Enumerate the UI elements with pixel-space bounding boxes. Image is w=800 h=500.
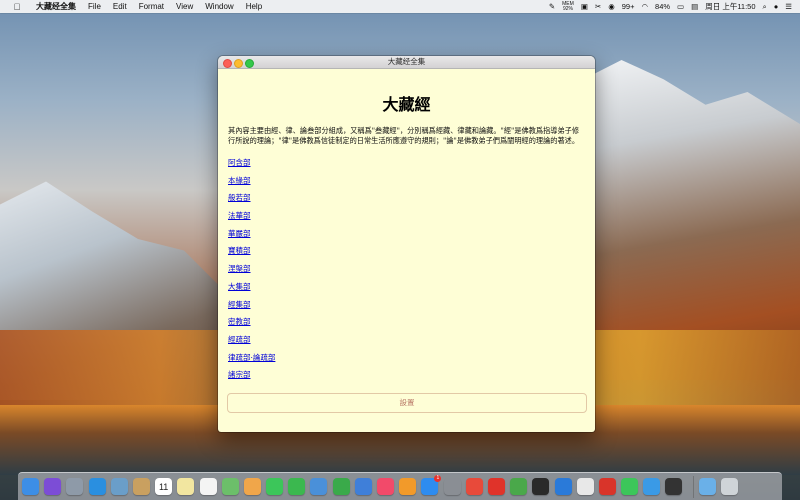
menu-bar:  大藏经全集 File Edit Format View Window Hel…: [0, 0, 800, 13]
memory-monitor[interactable]: MEM 92%: [562, 1, 574, 12]
maps-icon[interactable]: [221, 478, 239, 495]
menu-format[interactable]: Format: [139, 2, 164, 11]
messages-icon[interactable]: [266, 478, 284, 495]
avatar[interactable]: ●: [774, 2, 779, 11]
section-link-huayan[interactable]: 華嚴部: [228, 225, 585, 243]
preview-icon[interactable]: [110, 478, 128, 495]
trash-icon[interactable]: [720, 478, 738, 495]
app-menu[interactable]: 大藏经全集: [36, 1, 76, 12]
minimize-button[interactable]: [234, 59, 243, 68]
terminal-icon[interactable]: [532, 478, 550, 495]
dark-app-icon[interactable]: [665, 478, 683, 495]
section-link-fahua[interactable]: 法華部: [228, 207, 585, 225]
section-link-mijiao[interactable]: 密教部: [228, 313, 585, 331]
section-link-ahan[interactable]: 阿含部: [228, 154, 585, 172]
finder-alt-icon[interactable]: [643, 478, 661, 495]
menu-edit[interactable]: Edit: [113, 2, 127, 11]
zoom-button[interactable]: [245, 59, 254, 68]
reminders-icon[interactable]: [199, 478, 217, 495]
section-link-bore[interactable]: 般若部: [228, 189, 585, 207]
netease-music-icon[interactable]: [598, 478, 616, 495]
qq-badge[interactable]: 99+: [622, 2, 635, 11]
section-link-lvshu-lunshu[interactable]: 律疏部·論疏部: [228, 349, 585, 367]
menu-window[interactable]: Window: [205, 2, 233, 11]
red-app-icon[interactable]: [487, 478, 505, 495]
wechat-icon[interactable]: [621, 478, 639, 495]
green-app-icon[interactable]: [510, 478, 528, 495]
tray-app-icon[interactable]: ▣: [581, 2, 588, 11]
chrome-icon[interactable]: [465, 478, 483, 495]
scissors-icon[interactable]: ✂: [595, 2, 601, 11]
notes-app-icon[interactable]: [132, 478, 150, 495]
app-store-badge: 1: [434, 475, 442, 482]
finder-icon[interactable]: [22, 478, 39, 495]
section-link-zhuzong[interactable]: 諸宗部: [228, 366, 585, 384]
wifi-icon[interactable]: ◠: [641, 2, 648, 11]
pen-icon[interactable]: ✎: [549, 2, 555, 11]
input-method-icon[interactable]: ▤: [691, 2, 698, 11]
settings-button[interactable]: 設置: [227, 393, 587, 413]
dock: 11 1: [18, 472, 782, 500]
section-link-daji[interactable]: 大集部: [228, 278, 585, 296]
launchpad-icon[interactable]: [66, 478, 84, 495]
keynote-preview-icon[interactable]: [310, 478, 328, 495]
intro-paragraph: 其內容主要由經、律、論叁部分組成，又稱爲"叁藏經"，分別稱爲經藏、律藏和論藏。"…: [228, 126, 580, 145]
menu-help[interactable]: Help: [246, 2, 262, 11]
battery-percent[interactable]: 84%: [655, 2, 670, 11]
section-link-baoji[interactable]: 寶積部: [228, 242, 585, 260]
window-title: 大藏经全集: [387, 57, 426, 66]
calendar-icon[interactable]: 11: [155, 478, 173, 495]
app-window: 大藏经全集 大藏經 其內容主要由經、律、論叁部分組成，又稱爲"叁藏經"，分別稱爲…: [218, 56, 595, 432]
title-bar[interactable]: 大藏经全集: [218, 56, 595, 69]
page-title: 大藏經: [382, 95, 431, 114]
apple-icon[interactable]: : [12, 2, 22, 12]
clock[interactable]: 周日 上午11:50: [705, 1, 755, 12]
document-content: 大藏經 其內容主要由經、律、論叁部分組成，又稱爲"叁藏經"，分別稱爲經藏、律藏和…: [218, 91, 595, 384]
numbers-icon[interactable]: [332, 478, 350, 495]
text-edit-icon[interactable]: [576, 478, 594, 495]
music-icon[interactable]: [377, 478, 394, 495]
dock-separator: [692, 475, 694, 498]
section-link-jingji[interactable]: 經集部: [228, 296, 585, 314]
calendar-day: 11: [158, 482, 169, 492]
facetime-icon[interactable]: [288, 478, 306, 495]
system-preferences-icon[interactable]: [443, 478, 461, 495]
battery-icon[interactable]: ▭: [677, 2, 684, 11]
section-link-jingshu[interactable]: 經疏部: [228, 331, 585, 349]
blue-app-icon[interactable]: [554, 478, 572, 495]
section-link-niepan[interactable]: 涅槃部: [228, 260, 585, 278]
app-store-icon[interactable]: 1: [421, 475, 442, 495]
close-button[interactable]: [223, 59, 232, 68]
section-links: 阿含部 本緣部 般若部 法華部 華嚴部 寶積部 涅槃部 大集部 經集部 密教部 …: [228, 154, 585, 384]
photos-icon[interactable]: [243, 478, 261, 495]
menu-file[interactable]: File: [88, 2, 101, 11]
keynote-icon[interactable]: [354, 478, 372, 495]
search-icon[interactable]: ⌕: [763, 2, 767, 12]
downloads-folder-icon[interactable]: [698, 478, 716, 495]
status-area: ✎ MEM 92% ▣ ✂ ◉ 99+ ◠ 84% ▭ ▤ 周日 上午11:50…: [549, 0, 792, 13]
menu-view[interactable]: View: [176, 2, 193, 11]
siri-icon[interactable]: [44, 478, 62, 495]
stickies-icon[interactable]: [177, 478, 195, 495]
section-link-benyuan[interactable]: 本緣部: [228, 172, 585, 190]
books-icon[interactable]: [399, 478, 417, 495]
safari-icon[interactable]: [88, 478, 106, 495]
control-center-icon[interactable]: ☰: [785, 2, 792, 11]
wechat-status-icon[interactable]: ◉: [608, 2, 615, 11]
